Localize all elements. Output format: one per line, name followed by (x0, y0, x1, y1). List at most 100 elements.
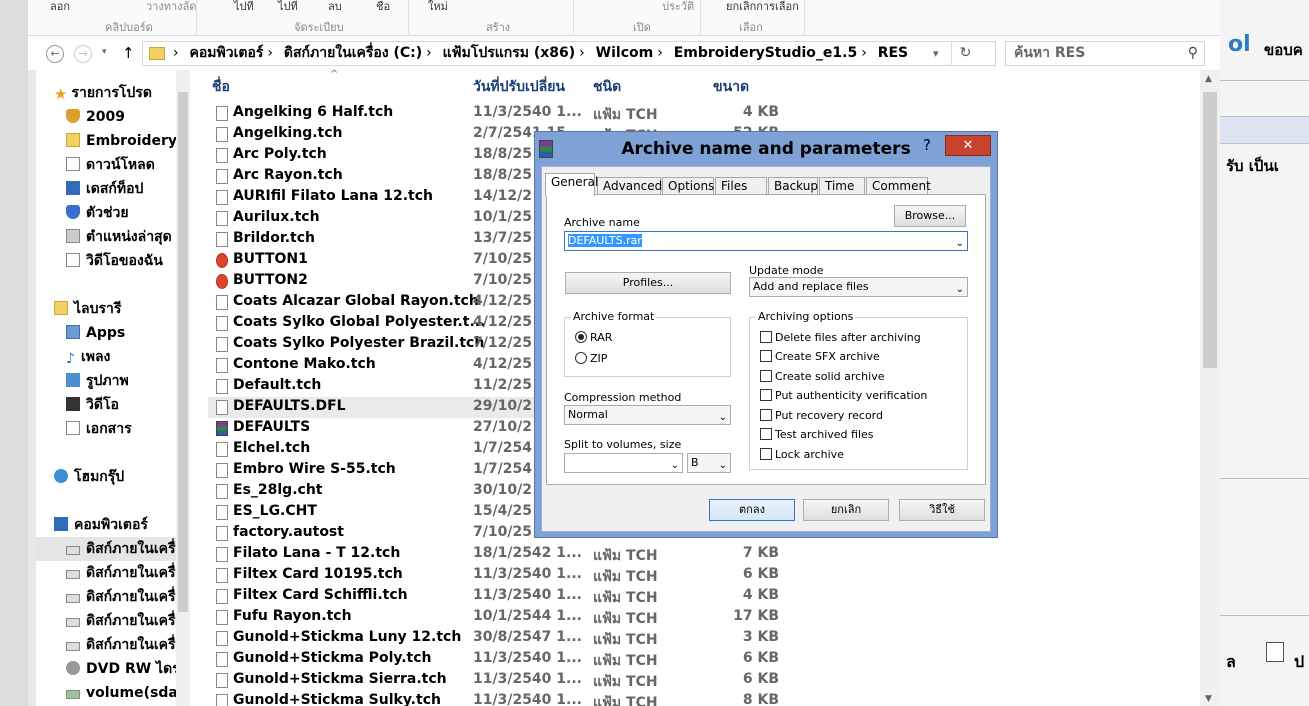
refresh-icon[interactable]: ↻ (951, 42, 979, 65)
lock-archive-checkbox[interactable]: Lock archive (760, 448, 844, 461)
cancel-button[interactable]: ยกเลิก (803, 499, 889, 521)
nav-item-desktop[interactable]: เดสก์ท็อป (66, 177, 143, 201)
tab-advanced[interactable]: Advanced (597, 177, 662, 195)
address-breadcrumb[interactable]: › คอมพิวเตอร์ › ดิสก์ภายในเครื่อง (C:) › แ… (142, 41, 996, 66)
tab-general[interactable]: General (545, 173, 598, 196)
format-zip-radio[interactable]: ZIP (575, 352, 607, 365)
breadcrumb-chevron-icon[interactable]: › (426, 45, 432, 61)
file-row[interactable]: Gunold+Stickma Luny 12.tch 30/8/2547 1...… (208, 628, 808, 649)
tab-time[interactable]: Time (819, 177, 865, 195)
column-header-name[interactable]: ชื่อ (212, 76, 230, 98)
nav-item-helper[interactable]: ตัวช่วย (66, 201, 129, 225)
authenticity-verification-checkbox[interactable]: Put authenticity verification (760, 389, 927, 402)
tab-options[interactable]: Options (662, 177, 714, 195)
ribbon-new[interactable]: ใหม่ (428, 0, 448, 15)
compression-method-select[interactable]: Normal ⌄ (564, 405, 731, 425)
breadcrumb-chevron-icon[interactable]: › (173, 45, 179, 61)
file-row[interactable]: Gunold+Stickma Sulky.tch 11/3/2540 1... แฟ… (208, 691, 808, 706)
nav-item-drive[interactable]: ดิสก์ภายในเครื่ (66, 633, 175, 657)
nav-item-music[interactable]: ♪ เพลง (66, 345, 110, 369)
chevron-down-icon[interactable]: ⌄ (956, 235, 964, 253)
nav-libraries[interactable]: ไลบรารี (54, 297, 121, 321)
chevron-down-icon[interactable]: ⌄ (956, 281, 964, 299)
file-row[interactable]: Filtex Card Schiffli.tch 11/3/2540 1... แฟ… (208, 586, 808, 607)
close-icon[interactable]: ✕ (945, 135, 991, 156)
nav-item-network-volume[interactable]: volume(sda1 (66, 681, 176, 705)
column-header-type[interactable]: ชนิด (593, 76, 621, 98)
up-arrow-icon[interactable]: ↑ (122, 44, 135, 62)
column-header-date[interactable]: วันที่ปรับเปลี่ยน (473, 76, 565, 98)
test-archived-files-checkbox[interactable]: Test archived files (760, 428, 874, 441)
ok-button[interactable]: ตกลง (709, 499, 795, 521)
profiles-button[interactable]: Profiles... (565, 272, 731, 294)
breadcrumb-chevron-icon[interactable]: › (861, 45, 867, 61)
create-solid-checkbox[interactable]: Create solid archive (760, 370, 884, 383)
chevron-down-icon[interactable]: ⌄ (719, 457, 727, 475)
ribbon-rename[interactable]: ชื่อ (376, 0, 390, 15)
nav-item-videos[interactable]: วิดีโอ (66, 393, 119, 417)
file-row[interactable]: Fufu Rayon.tch 10/1/2544 1... แฟ้ม TCH 17 K… (208, 607, 808, 628)
help-button[interactable]: วิธีใช้ (899, 499, 985, 521)
nav-item-drive[interactable]: ดิสก์ภายในเครื่ (66, 561, 175, 585)
file-row[interactable]: Gunold+Stickma Sierra.tch 11/3/2540 1... แ… (208, 670, 808, 691)
chevron-down-icon[interactable]: ⌄ (671, 457, 679, 475)
breadcrumb-chevron-icon[interactable]: › (267, 45, 273, 61)
nav-item-recent-places[interactable]: ตำแหน่งล่าสุด (66, 225, 172, 249)
nav-item-pictures[interactable]: รูปภาพ (66, 369, 129, 393)
archive-name-field[interactable]: DEFAULTS.rar ⌄ (564, 231, 968, 251)
nav-homegroup[interactable]: โฮมกรุ๊ป (54, 465, 124, 489)
breadcrumb-chevron-icon[interactable]: › (657, 45, 663, 61)
breadcrumb-embroiderystudio[interactable]: EmbroideryStudio_e1.5 (674, 45, 858, 61)
scroll-up-icon[interactable]: ▲ (1205, 74, 1212, 84)
nav-scrollbar[interactable] (176, 70, 190, 706)
split-size-input[interactable]: ⌄ (564, 453, 683, 473)
ribbon-paste-shortcut[interactable]: วางทางลัด (146, 0, 196, 15)
recovery-record-checkbox[interactable]: Put recovery record (760, 409, 883, 422)
ribbon-history[interactable]: ประวัติ (662, 0, 694, 15)
scroll-down-icon[interactable]: ▼ (1205, 694, 1212, 704)
search-icon[interactable]: ⚲ (1188, 42, 1198, 65)
breadcrumb-wilcom[interactable]: Wilcom (596, 45, 654, 61)
ribbon-delete[interactable]: ลบ (328, 0, 342, 15)
breadcrumb-chevron-icon[interactable]: › (579, 45, 585, 61)
split-unit-select[interactable]: B ⌄ (687, 453, 731, 473)
nav-item-2009[interactable]: 2009 (66, 105, 125, 129)
recent-locations-chevron-icon[interactable]: ▾ (102, 47, 107, 57)
update-mode-select[interactable]: Add and replace files ⌄ (749, 277, 968, 297)
nav-item-embroidery[interactable]: Embroidery A (66, 129, 176, 153)
nav-item-drive[interactable]: ดิสก์ภายในเครื่ (36, 537, 176, 561)
ribbon-copy-to[interactable]: ไปที่ (278, 0, 298, 15)
file-row[interactable]: Gunold+Stickma Poly.tch 11/3/2540 1... แฟ้… (208, 649, 808, 670)
breadcrumb-computer[interactable]: คอมพิวเตอร์ (189, 45, 263, 61)
help-question-icon[interactable]: ? (923, 136, 931, 154)
format-rar-radio[interactable]: RAR (575, 331, 612, 344)
nav-item-downloads[interactable]: ดาวน์โหลด (66, 153, 155, 177)
browse-button[interactable]: Browse... (894, 205, 966, 227)
ribbon-move-to[interactable]: ไปที่ (234, 0, 254, 15)
nav-scroll-thumb[interactable] (178, 92, 188, 612)
nav-item-drive[interactable]: ดิสก์ภายในเครื่ (66, 585, 175, 609)
address-dropdown-icon[interactable]: ▾ (933, 42, 939, 65)
search-input[interactable]: ค้นหา RES ⚲ (1005, 41, 1205, 66)
file-row[interactable]: Filtex Card 10195.tch 11/3/2540 1... แฟ้ม … (208, 565, 808, 586)
file-row[interactable]: Filato Lana - T 12.tch 18/1/2542 1... แฟ้ม… (208, 544, 808, 565)
tab-backup[interactable]: Backup (768, 177, 818, 195)
nav-favorites[interactable]: ★ รายการโปรด (54, 81, 152, 105)
file-row[interactable]: Angelking 6 Half.tch 11/3/2540 1... แฟ้ม T… (208, 103, 808, 124)
tab-comment[interactable]: Comment (866, 177, 931, 195)
nav-item-dvd-drive[interactable]: DVD RW ไดรฟ (66, 657, 176, 681)
back-arrow-icon[interactable]: ← (46, 45, 64, 63)
chevron-down-icon[interactable]: ⌄ (719, 409, 727, 427)
main-scroll-thumb[interactable] (1203, 92, 1217, 368)
nav-item-documents[interactable]: เอกสาร (66, 417, 132, 441)
delete-after-archiving-checkbox[interactable]: Delete files after archiving (760, 331, 921, 344)
nav-item-drive[interactable]: ดิสก์ภายในเครื่ (66, 609, 175, 633)
tab-files[interactable]: Files (715, 177, 767, 195)
column-header-size[interactable]: ขนาด (713, 76, 749, 98)
create-sfx-checkbox[interactable]: Create SFX archive (760, 350, 880, 363)
breadcrumb-drive-c[interactable]: ดิสก์ภายในเครื่อง (C:) (284, 45, 422, 61)
breadcrumb-program-files[interactable]: แฟ้มโปรแกรม (x86) (443, 45, 576, 61)
nav-item-apps[interactable]: Apps (66, 321, 125, 345)
ribbon-select-none[interactable]: ยกเลิกการเลือก (726, 0, 799, 15)
forward-arrow-icon[interactable]: → (74, 45, 92, 63)
